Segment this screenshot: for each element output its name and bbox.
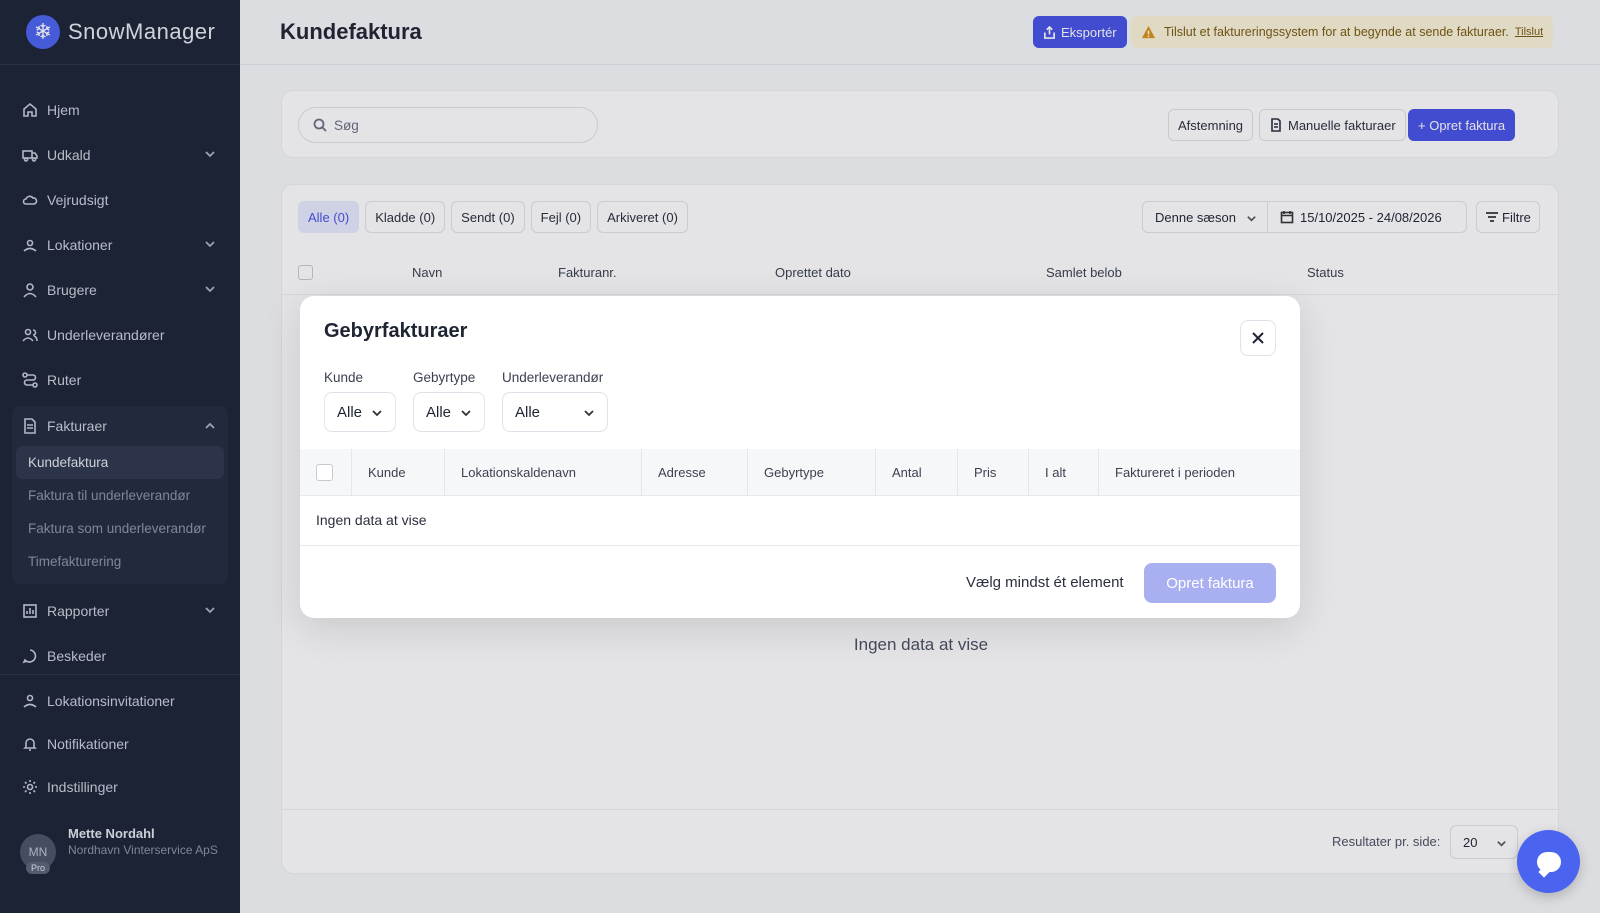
column-header-antal[interactable]: Antal (875, 449, 957, 496)
selection-hint: Vælg mindst ét element (966, 574, 1124, 591)
close-icon (1252, 332, 1264, 344)
filter-label: Gebyrtype (413, 370, 476, 385)
column-header-pris[interactable]: Pris (957, 449, 1028, 496)
kunde-value: Alle (337, 403, 363, 421)
chevron-down-icon (460, 406, 472, 423)
filter-underleverandor: Underleverandør Alle (502, 370, 608, 432)
chevron-down-icon (371, 406, 383, 423)
column-header-lokationskaldenavn[interactable]: Lokationskaldenavn (444, 449, 641, 496)
kunde-select[interactable]: Alle (324, 392, 396, 432)
underleverandor-select[interactable]: Alle (502, 392, 608, 432)
chat-launcher-button[interactable] (1517, 830, 1580, 893)
close-button[interactable] (1240, 320, 1276, 356)
modal-empty-state: Ingen data at vise (316, 512, 427, 528)
chevron-down-icon (583, 406, 595, 423)
create-invoice-button-disabled[interactable]: Opret faktura (1144, 563, 1276, 603)
column-header-kunde[interactable]: Kunde (351, 449, 444, 496)
modal-title: Gebyrfakturaer (324, 320, 468, 342)
filter-kunde: Kunde Alle (324, 370, 396, 432)
underleverandor-value: Alle (515, 403, 541, 421)
select-all-cell (300, 449, 351, 496)
gebyrtype-value: Alle (426, 403, 452, 421)
column-header-adresse[interactable]: Adresse (641, 449, 747, 496)
filter-label: Underleverandør (502, 370, 604, 385)
modal-footer: Vælg mindst ét element Opret faktura (300, 545, 1300, 618)
column-header-faktureret-i-perioden[interactable]: Faktureret i perioden (1098, 449, 1300, 496)
select-all-checkbox[interactable] (316, 464, 333, 481)
chat-bubble-icon (1536, 851, 1561, 872)
filter-gebyrtype: Gebyrtype Alle (413, 370, 485, 432)
filter-label: Kunde (324, 370, 364, 385)
column-header-gebyrtype[interactable]: Gebyrtype (747, 449, 875, 496)
gebyrtype-select[interactable]: Alle (413, 392, 485, 432)
fee-table-header: Kunde Lokationskaldenavn Adresse Gebyrty… (300, 449, 1300, 496)
fee-invoices-modal: Gebyrfakturaer Kunde Alle Gebyrtype Alle… (300, 296, 1300, 618)
column-header-i-alt[interactable]: I alt (1028, 449, 1098, 496)
